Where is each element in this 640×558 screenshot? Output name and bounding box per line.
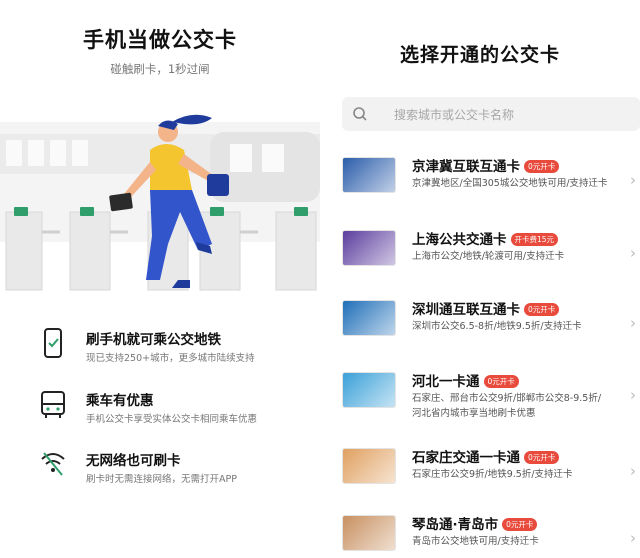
card-name: 石家庄交通一卡通 0元开卡 — [412, 446, 560, 466]
fee-badge: 0元开卡 — [524, 303, 560, 316]
fee-badge: 0元开卡 — [483, 375, 519, 388]
transit-card-thumbnail — [342, 372, 396, 408]
card-name-text: 石家庄交通一卡通 — [412, 450, 520, 466]
no-wifi-icon — [41, 452, 65, 476]
card-list-item[interactable]: 琴岛通·青岛市 0元开卡青岛市公交地铁可用/支持迁卡 › — [342, 513, 640, 558]
phone-check-icon — [44, 328, 62, 358]
card-desc: 青岛市公交地铁可用/支持迁卡 — [412, 536, 539, 547]
search-icon — [353, 107, 367, 121]
select-title: 选择开通的公交卡 — [399, 44, 560, 66]
card-list-item[interactable]: 石家庄交通一卡通 0元开卡石家庄市公交9折/地铁9.5折/支持迁卡 › — [342, 446, 640, 516]
transit-card-thumbnail — [342, 448, 396, 484]
intro-panel: 手机当做公交卡 碰触刷卡，1秒过闸 刷手机就可乘公交地铁 现已支持250+城市，… — [0, 0, 320, 558]
search-input[interactable]: 搜索城市或公交卡名称 — [342, 97, 640, 131]
feature-title: 无网络也可刷卡 — [86, 453, 181, 469]
chevron-right-icon: › — [630, 244, 636, 262]
card-list-item[interactable]: 上海公共交通卡 开卡费15元上海市公交/地铁/轮渡可用/支持迁卡 › — [342, 228, 640, 298]
card-desc: 深圳市公交6.5-8折/地铁9.5折/支持迁卡 — [412, 321, 582, 332]
intro-title: 手机当做公交卡 — [83, 28, 237, 52]
search-placeholder: 搜索城市或公交卡名称 — [394, 108, 515, 122]
card-desc: 石家庄市公交9折/地铁9.5折/支持迁卡 — [412, 469, 573, 480]
card-name: 上海公共交通卡 开卡费15元 — [412, 228, 559, 248]
card-list-item[interactable]: 河北一卡通 0元开卡石家庄、邢台市公交9折/邯郸市公交8-9.5折/河北省内城市享… — [342, 370, 640, 440]
feature-item: 刷手机就可乘公交地铁 现已支持250+城市，更多城市陆续支持 — [40, 328, 315, 378]
feature-desc: 刷卡时无需连接网络，无需打开APP — [86, 474, 237, 485]
card-name-text: 深圳通互联互通卡 — [412, 302, 520, 318]
card-name: 京津冀互联互通卡 0元开卡 — [412, 155, 560, 175]
intro-subtitle: 碰触刷卡，1秒过闸 — [110, 62, 210, 76]
card-name: 琴岛通·青岛市 0元开卡 — [412, 513, 538, 533]
transit-card-thumbnail — [342, 300, 396, 336]
gate-illustration — [0, 114, 320, 291]
bus-icon — [41, 391, 65, 418]
fee-badge: 0元开卡 — [524, 160, 560, 173]
card-name: 深圳通互联互通卡 0元开卡 — [412, 298, 560, 318]
chevron-right-icon: › — [630, 171, 636, 189]
card-name-text: 上海公共交通卡 — [412, 232, 507, 248]
card-name-text: 琴岛通·青岛市 — [412, 517, 499, 533]
fee-badge: 0元开卡 — [502, 518, 538, 531]
chevron-right-icon: › — [630, 386, 636, 404]
card-list-item[interactable]: 深圳通互联互通卡 0元开卡深圳市公交6.5-8折/地铁9.5折/支持迁卡 › — [342, 298, 640, 368]
chevron-right-icon: › — [630, 314, 636, 332]
feature-title: 刷手机就可乘公交地铁 — [86, 332, 221, 348]
card-desc: 京津冀地区/全国305城公交地铁可用/支持迁卡 — [412, 178, 608, 189]
feature-desc: 手机公交卡享受实体公交卡相同乘车优惠 — [86, 414, 258, 425]
card-desc: 上海市公交/地铁/轮渡可用/支持迁卡 — [412, 251, 565, 262]
feature-title: 乘车有优惠 — [86, 393, 154, 409]
fee-badge: 开卡费15元 — [510, 233, 559, 246]
transit-card-thumbnail — [342, 157, 396, 193]
card-name-text: 河北一卡通 — [412, 374, 480, 390]
fee-badge: 0元开卡 — [524, 451, 560, 464]
transit-card-thumbnail — [342, 230, 396, 266]
card-list-item[interactable]: 京津冀互联互通卡 0元开卡京津冀地区/全国305城公交地铁可用/支持迁卡 › — [342, 155, 640, 225]
chevron-right-icon: › — [630, 529, 636, 547]
card-desc: 石家庄、邢台市公交9折/邯郸市公交8-9.5折/河北省内城市享当地刷卡优惠 — [412, 393, 602, 419]
card-name-text: 京津冀互联互通卡 — [412, 159, 520, 175]
feature-item: 无网络也可刷卡 刷卡时无需连接网络，无需打开APP — [40, 449, 315, 499]
card-select-panel: 选择开通的公交卡 搜索城市或公交卡名称 京津冀互联互通卡 0元开卡 京津冀地区/全国… — [320, 0, 640, 558]
card-name: 河北一卡通 0元开卡 — [412, 370, 519, 390]
feature-desc: 现已支持250+城市，更多城市陆续支持 — [86, 353, 255, 364]
transit-card-thumbnail — [342, 515, 396, 551]
feature-item: 乘车有优惠 手机公交卡享受实体公交卡相同乘车优惠 — [40, 389, 315, 439]
chevron-right-icon: › — [630, 462, 636, 480]
